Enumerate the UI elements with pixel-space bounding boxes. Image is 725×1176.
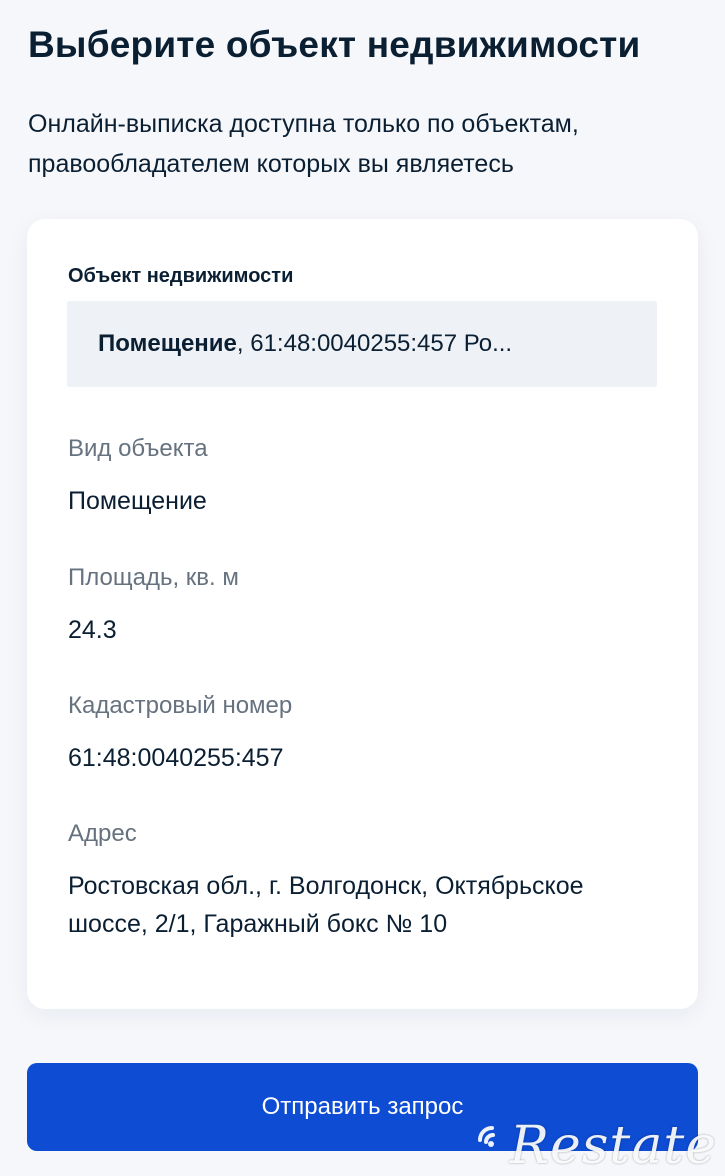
detail-value: Помещение: [68, 487, 207, 515]
detail-value: 61:48:0040255:457: [68, 744, 284, 772]
property-card: Объект недвижимости Помещение, 61:48:004…: [27, 219, 698, 1009]
detail-label: Адрес: [68, 820, 137, 847]
property-select-value: Помещение, 61:48:0040255:457 Ро...: [98, 330, 512, 358]
property-select[interactable]: Помещение, 61:48:0040255:457 Ро...: [67, 301, 657, 387]
wifi-signal-icon: [477, 1126, 495, 1147]
detail-label: Кадастровый номер: [68, 692, 293, 719]
object-field-label: Объект недвижимости: [68, 265, 294, 287]
detail-label: Площадь, кв. м: [68, 564, 239, 591]
watermark-text: Restate: [509, 1116, 717, 1176]
detail-address: Адрес Ростовская обл., г. Волгодонск, Ок…: [68, 819, 668, 943]
page: Выберите объект недвижимости Онлайн-выпи…: [0, 0, 725, 1174]
detail-value: 24.3: [68, 616, 117, 644]
detail-cadastral-number: Кадастровый номер 61:48:0040255:457: [68, 691, 668, 777]
property-select-type: Помещение: [98, 330, 237, 357]
page-subtitle: Онлайн-выписка доступна только по объект…: [28, 110, 579, 178]
detail-area: Площадь, кв. м 24.3: [68, 563, 668, 649]
property-select-rest: , 61:48:0040255:457 Ро...: [236, 330, 513, 357]
watermark-logo: Restate: [474, 1120, 717, 1172]
page-title: Выберите объект недвижимости: [28, 24, 641, 65]
detail-object-type: Вид объекта Помещение: [68, 434, 668, 520]
detail-label: Вид объекта: [68, 435, 208, 462]
detail-value: Ростовская обл., г. Волгодонск, Октябрьс…: [68, 872, 584, 938]
